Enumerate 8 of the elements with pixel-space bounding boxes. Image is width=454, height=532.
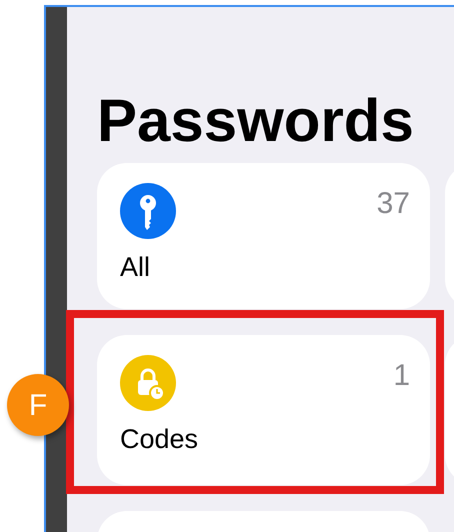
- page-title: Passwords: [97, 86, 415, 156]
- category-card[interactable]: 1 Codes: [97, 335, 430, 485]
- category-card[interactable]: 37 All: [97, 163, 430, 309]
- annotation-marker: F: [7, 374, 69, 436]
- category-label: Codes: [120, 425, 200, 455]
- category-label: All: [120, 253, 152, 283]
- item-count: 1: [393, 361, 410, 391]
- item-count: 37: [376, 189, 410, 219]
